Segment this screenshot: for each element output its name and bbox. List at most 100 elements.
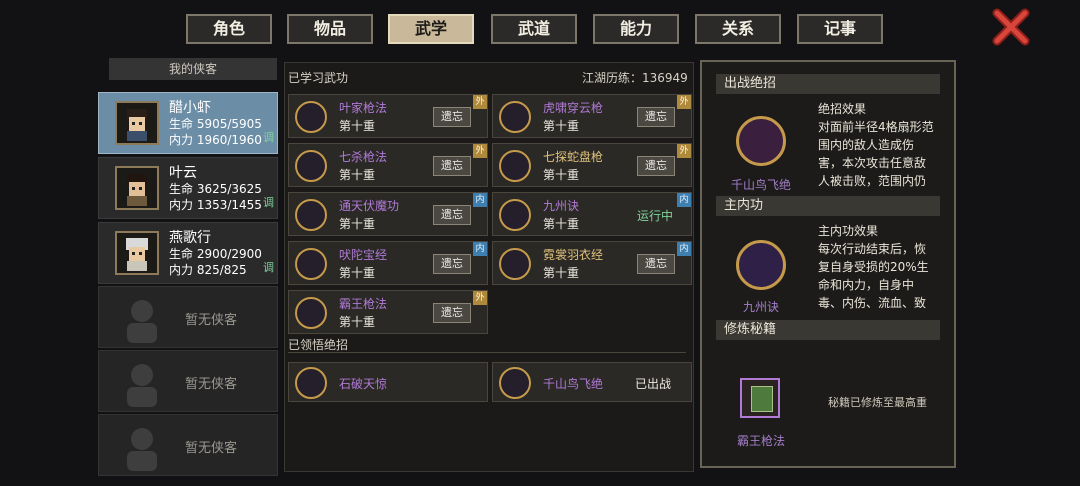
skill-card[interactable]: 吠陀宝经 第十重 遗忘 内 [288, 241, 488, 285]
avatar [115, 231, 159, 275]
skill-name: 七杀枪法 [339, 150, 388, 164]
skill-level: 第十重 [543, 266, 580, 280]
external-tag: 外 [473, 291, 487, 305]
forget-button[interactable]: 遗忘 [433, 205, 471, 225]
skill-card[interactable]: 霓裳羽衣经 第十重 遗忘 内 [492, 241, 692, 285]
character-mp: 内力 1353/1455 [169, 198, 262, 212]
manual-name: 霸王枪法 [736, 434, 785, 448]
section-training-manual: 修炼秘籍 [716, 320, 940, 340]
running-status: 运行中 [637, 209, 674, 223]
skill-card[interactable]: 通天伏魔功 第十重 遗忘 内 [288, 192, 488, 236]
internal-tag: 内 [677, 193, 691, 207]
forget-button[interactable]: 遗忘 [637, 107, 675, 127]
skill-level: 第十重 [339, 217, 376, 231]
ultimate-name: 千山鸟飞绝 [730, 178, 791, 192]
forget-button[interactable]: 遗忘 [433, 107, 471, 127]
ultimate-name: 千山鸟飞绝 [543, 377, 604, 391]
skill-card[interactable]: 九州诀 第十重 运行中 内 [492, 192, 692, 236]
skill-level: 第十重 [543, 168, 580, 182]
character-mp: 内力 825/825 [169, 263, 247, 277]
character-name: 醋小虾 [169, 100, 211, 116]
ultimate-name: 石破天惊 [339, 377, 388, 391]
skill-name: 九州诀 [543, 199, 580, 213]
my-heroes-header: 我的侠客 [109, 58, 277, 80]
skill-card[interactable]: 七探蛇盘枪 第十重 遗忘 外 [492, 143, 692, 187]
empty-slot[interactable]: 暂无侠客 [98, 350, 278, 412]
adjust-label[interactable]: 调 [263, 129, 274, 145]
character-hp: 生命 2900/2900 [169, 247, 262, 261]
skill-level: 第十重 [543, 119, 580, 133]
ultimates-title: 已领悟绝招 [288, 338, 349, 352]
skill-icon [295, 101, 327, 133]
ultimate-icon [295, 367, 327, 399]
external-tag: 外 [473, 144, 487, 158]
manual-book-icon[interactable] [740, 378, 780, 418]
empty-slot[interactable]: 暂无侠客 [98, 286, 278, 348]
avatar [115, 101, 159, 145]
skill-card[interactable]: 七杀枪法 第十重 遗忘 外 [288, 143, 488, 187]
ultimate-emblem [736, 116, 786, 166]
skill-icon [499, 199, 531, 231]
learned-skills-title: 已学习武功 [288, 71, 349, 85]
tab-martial-arts[interactable]: 武学 [388, 14, 474, 44]
ultimate-effect-title: 绝招效果 [818, 102, 867, 116]
skill-icon [499, 150, 531, 182]
empty-slot[interactable]: 暂无侠客 [98, 414, 278, 476]
tab-ability[interactable]: 能力 [593, 14, 679, 44]
character-card[interactable]: 醋小虾 生命 5905/5905 内力 1960/1960 调 [98, 92, 278, 154]
section-main-inner-art: 主内功 [716, 196, 940, 216]
skill-level: 第十重 [339, 266, 376, 280]
character-card[interactable]: 叶云 生命 3625/3625 内力 1353/1455 调 [98, 157, 278, 219]
character-mp: 内力 1960/1960 [169, 133, 262, 147]
inner-art-emblem [736, 240, 786, 290]
inner-art-effect-title: 主内功效果 [818, 224, 879, 238]
skill-name: 霓裳羽衣经 [543, 248, 604, 262]
character-card[interactable]: 燕歌行 生命 2900/2900 内力 825/825 调 [98, 222, 278, 284]
tab-role[interactable]: 角色 [186, 14, 272, 44]
section-deployed-ultimate: 出战绝招 [716, 74, 940, 94]
tab-records[interactable]: 记事 [797, 14, 883, 44]
skill-card[interactable]: 叶家枪法 第十重 遗忘 外 [288, 94, 488, 138]
tab-relations[interactable]: 关系 [695, 14, 781, 44]
ultimate-icon [499, 367, 531, 399]
skill-card[interactable]: 霸王枪法 第十重 遗忘 外 [288, 290, 488, 334]
skill-icon [499, 101, 531, 133]
forget-button[interactable]: 遗忘 [637, 254, 675, 274]
adjust-label[interactable]: 调 [263, 259, 274, 275]
forget-button[interactable]: 遗忘 [433, 156, 471, 176]
skill-card[interactable]: 虎啸穿云枪 第十重 遗忘 外 [492, 94, 692, 138]
tab-items[interactable]: 物品 [287, 14, 373, 44]
skill-level: 第十重 [339, 168, 376, 182]
internal-tag: 内 [473, 193, 487, 207]
silhouette-icon [127, 364, 157, 407]
skill-icon [295, 150, 327, 182]
internal-tag: 内 [473, 242, 487, 256]
forget-button[interactable]: 遗忘 [637, 156, 675, 176]
forget-button[interactable]: 遗忘 [433, 254, 471, 274]
forget-button[interactable]: 遗忘 [433, 303, 471, 323]
skill-level: 第十重 [339, 119, 376, 133]
skill-icon [499, 248, 531, 280]
empty-slot-label: 暂无侠客 [185, 441, 238, 456]
adjust-label[interactable]: 调 [263, 194, 274, 210]
tab-wudao[interactable]: 武道 [491, 14, 577, 44]
skill-name: 吠陀宝经 [339, 248, 388, 262]
skill-level: 第十重 [543, 217, 580, 231]
skill-level: 第十重 [339, 315, 376, 329]
avatar [115, 166, 159, 210]
empty-slot-label: 暂无侠客 [185, 377, 238, 392]
ultimate-effect-text: 对面前半径4格扇形范围内的敌人造成伤害，本次攻击任意敌人被击败，范围内仍 [818, 120, 934, 188]
inner-art-effect-text: 每次行动结束后，恢复自身受损的20%生命和内力，自身中毒、内伤、流血、致残效果减… [818, 242, 929, 310]
ultimate-card[interactable]: 石破天惊 [288, 362, 488, 402]
divider [288, 352, 686, 353]
character-hp: 生命 3625/3625 [169, 182, 262, 196]
skill-name: 七探蛇盘枪 [543, 150, 604, 164]
skill-name: 叶家枪法 [339, 101, 388, 115]
character-hp: 生命 5905/5905 [169, 117, 262, 131]
ultimate-card[interactable]: 千山鸟飞绝 已出战 [492, 362, 692, 402]
jianghu-experience: 江湖历练：136949 [582, 71, 688, 85]
skill-name: 通天伏魔功 [339, 199, 400, 213]
close-icon[interactable] [992, 8, 1030, 46]
skill-name: 霸王枪法 [339, 297, 388, 311]
character-name: 叶云 [169, 165, 197, 181]
